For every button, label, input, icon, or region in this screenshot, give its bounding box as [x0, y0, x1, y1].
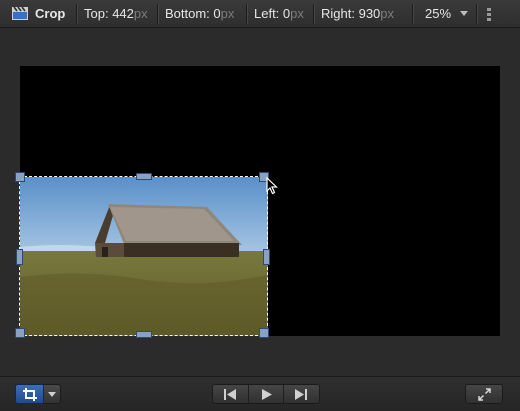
crop-bottom-field[interactable]: Bottom: 0px	[165, 6, 234, 21]
crop-handle-bottom-center[interactable]	[136, 331, 152, 338]
toolbar-divider	[246, 4, 247, 24]
mouse-cursor-icon	[266, 177, 278, 195]
toolbar-divider	[157, 4, 158, 24]
play-icon	[261, 389, 272, 400]
transport-controls	[212, 384, 320, 404]
crop-right-value[interactable]: 930	[359, 6, 381, 21]
crop-handle-bottom-left[interactable]	[15, 328, 25, 338]
grip-icon[interactable]	[487, 8, 491, 21]
chevron-down-icon	[48, 392, 56, 397]
chevron-down-icon[interactable]	[460, 11, 468, 16]
crop-tool-button[interactable]	[15, 384, 44, 404]
toolbar-divider	[313, 4, 314, 24]
crop-handle-top-center[interactable]	[136, 173, 152, 180]
crop-top-field[interactable]: Top: 442px	[84, 6, 148, 21]
toolbar-divider	[76, 4, 77, 24]
crop-left-field[interactable]: Left: 0px	[254, 6, 304, 21]
crop-handle-top-left[interactable]	[15, 172, 25, 182]
toolbar-divider	[412, 4, 413, 24]
crop-handle-bottom-right[interactable]	[259, 328, 269, 338]
clapperboard-icon	[12, 7, 28, 20]
previous-button[interactable]	[213, 385, 249, 403]
fullscreen-button[interactable]	[465, 384, 503, 404]
toolbar-divider	[476, 4, 477, 24]
skip-back-icon	[224, 389, 236, 400]
crop-top-value[interactable]: 442	[112, 6, 134, 21]
next-button[interactable]	[284, 385, 319, 403]
skip-forward-icon	[295, 389, 308, 400]
zoom-level[interactable]: 25%	[425, 6, 451, 21]
crop-handle-middle-right[interactable]	[263, 249, 270, 265]
tool-menu-button[interactable]	[44, 384, 61, 404]
viewer-bottom-bar	[0, 376, 520, 411]
crop-icon	[23, 388, 37, 401]
crop-right-field[interactable]: Right: 930px	[321, 6, 394, 21]
crop-handle-middle-left[interactable]	[16, 249, 23, 265]
play-button[interactable]	[249, 385, 285, 403]
expand-icon	[478, 388, 491, 401]
inspector-toolbar: Crop Top: 442px Bottom: 0px Left: 0px Ri…	[0, 0, 520, 28]
crop-rectangle[interactable]	[19, 176, 268, 336]
tool-title: Crop	[35, 6, 66, 21]
crop-bottom-value[interactable]: 0	[213, 6, 220, 21]
